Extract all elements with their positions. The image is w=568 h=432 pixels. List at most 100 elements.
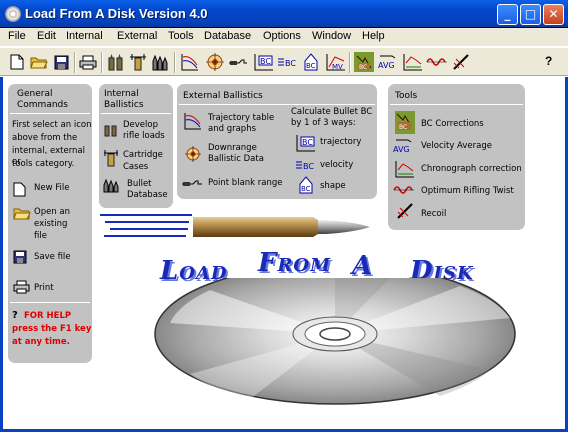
develop-loads-icon[interactable] xyxy=(106,52,126,72)
bc-label: BC xyxy=(399,124,407,131)
bc-velocity-label[interactable]: velocity xyxy=(320,160,353,171)
cartridge-cases-icon[interactable] xyxy=(103,149,119,170)
new-file-icon[interactable] xyxy=(13,182,26,200)
bc-trajectory-icon[interactable]: BC xyxy=(254,52,274,72)
title-bar: Load From A Disk Version 4.0 _ □ ✕ xyxy=(0,0,568,28)
chronograph-icon[interactable] xyxy=(403,52,423,72)
bc-shape-icon[interactable]: BC xyxy=(297,176,315,197)
bullet-line2[interactable]: Database xyxy=(127,190,168,201)
bc-corrections-icon[interactable]: BC xyxy=(354,52,374,72)
printer-icon[interactable] xyxy=(78,52,98,72)
menu-help[interactable]: Help xyxy=(362,30,385,42)
develop-line2[interactable]: rifle loads xyxy=(123,131,165,142)
bc-corrections-label[interactable]: BC Corrections xyxy=(421,119,484,130)
trajectory-line1[interactable]: Trajectory table xyxy=(208,113,274,124)
logo-word-a: A xyxy=(352,251,373,281)
menu-options[interactable]: Options xyxy=(263,30,301,42)
velocity-average-icon[interactable]: AVG xyxy=(393,137,417,158)
open-folder-icon[interactable] xyxy=(29,52,49,72)
trajectory-icon[interactable] xyxy=(180,52,200,72)
menu-window[interactable]: Window xyxy=(312,30,351,42)
downrange-target-icon[interactable] xyxy=(185,146,201,165)
menu-external[interactable]: External xyxy=(117,30,157,42)
downrange-target-icon[interactable] xyxy=(205,52,225,72)
logo-word-from: FROM xyxy=(258,248,331,278)
menu-database[interactable]: Database xyxy=(204,30,251,42)
save-file-label[interactable]: Save file xyxy=(34,252,71,263)
bc-shape-icon[interactable]: BC xyxy=(301,52,321,72)
recoil-icon[interactable] xyxy=(451,52,471,72)
mv-label: MV xyxy=(332,63,343,71)
menu-file[interactable]: File xyxy=(8,30,26,42)
velocity-average-icon[interactable]: AVG xyxy=(378,52,400,72)
bullet-database-icon[interactable] xyxy=(103,177,121,196)
open-folder-icon[interactable] xyxy=(13,206,31,223)
external-ballistics-panel: External Ballistics Trajectory table and… xyxy=(177,84,377,199)
bc-velocity-icon[interactable]: BC xyxy=(278,52,298,72)
toolbar-separator xyxy=(101,52,103,73)
speed-lines xyxy=(100,214,192,237)
panel-divider xyxy=(390,104,523,105)
bc-trajectory-label[interactable]: trajectory xyxy=(320,137,361,148)
trajectory-icon[interactable] xyxy=(184,112,202,133)
general-commands-panel: General Commands First select an icon ab… xyxy=(8,84,92,363)
toolbar-separator xyxy=(174,52,176,73)
menu-edit[interactable]: Edit xyxy=(37,30,56,42)
external-title: External Ballistics xyxy=(183,91,263,101)
logo-letter: F xyxy=(258,248,278,278)
mv-icon[interactable]: MV xyxy=(326,52,346,72)
save-disk-icon[interactable] xyxy=(13,250,27,267)
cartridge-line2[interactable]: Cases xyxy=(123,162,148,173)
bc-trajectory-icon[interactable]: BC xyxy=(296,134,316,155)
app-cd-icon[interactable] xyxy=(5,6,21,22)
bullet-database-icon[interactable] xyxy=(150,52,170,72)
develop-line1[interactable]: Develop xyxy=(123,120,158,131)
chronograph-icon[interactable] xyxy=(395,160,415,181)
panel-divider xyxy=(101,113,171,114)
bullet-casing xyxy=(193,217,318,237)
trajectory-line2[interactable]: and graphs xyxy=(208,124,256,135)
rifling-twist-icon[interactable] xyxy=(426,52,448,72)
open-line2[interactable]: existing xyxy=(34,219,67,230)
develop-loads-icon[interactable] xyxy=(103,121,119,140)
close-button[interactable]: ✕ xyxy=(543,4,564,25)
panel-divider xyxy=(10,113,90,114)
recoil-label[interactable]: Recoil xyxy=(421,209,446,220)
print-label[interactable]: Print xyxy=(34,283,54,294)
bc-corrections-icon[interactable]: BC xyxy=(395,111,415,134)
save-disk-icon[interactable] xyxy=(51,52,71,72)
menu-internal[interactable]: Internal xyxy=(66,30,103,42)
chronograph-label[interactable]: Chronograph correction xyxy=(421,164,522,175)
downrange-line1[interactable]: Downrange xyxy=(208,143,257,154)
help-line3: at any time. xyxy=(12,337,70,347)
downrange-line2[interactable]: Ballistic Data xyxy=(208,154,264,165)
open-line1[interactable]: Open an xyxy=(34,207,70,218)
new-file-label[interactable]: New File xyxy=(34,183,69,194)
cartridge-cases-icon[interactable] xyxy=(128,52,148,72)
point-blank-icon[interactable] xyxy=(228,52,248,72)
bc-label: BC xyxy=(302,138,313,147)
velocity-average-label[interactable]: Velocity Average xyxy=(421,141,492,152)
printer-icon[interactable] xyxy=(13,280,30,297)
point-blank-icon[interactable] xyxy=(181,178,203,193)
bc-velocity-icon[interactable]: BC xyxy=(296,159,318,174)
recoil-icon[interactable] xyxy=(396,202,414,223)
bullet-line1[interactable]: Bullet xyxy=(127,179,152,190)
maximize-button[interactable]: □ xyxy=(520,4,541,25)
help-button[interactable]: ? xyxy=(545,54,552,68)
minimize-button[interactable]: _ xyxy=(497,4,518,25)
twist-label[interactable]: Optimum Rifling Twist xyxy=(421,186,514,197)
logo-letters: ROM xyxy=(277,255,332,276)
cd-disc-illustration xyxy=(154,278,516,405)
menu-tools[interactable]: Tools xyxy=(168,30,194,42)
help-line2: press the F1 key xyxy=(12,324,92,334)
toolbar-separator xyxy=(349,52,351,73)
panel-divider xyxy=(10,302,90,303)
open-line3[interactable]: file xyxy=(34,231,47,242)
rifling-twist-icon[interactable] xyxy=(393,183,417,200)
bc-shape-label[interactable]: shape xyxy=(320,181,346,192)
new-file-icon[interactable] xyxy=(7,52,27,72)
pointblank-label[interactable]: Point blank range xyxy=(208,178,283,189)
bullet-tip xyxy=(318,220,370,234)
cartridge-line1[interactable]: Cartridge xyxy=(123,150,163,161)
